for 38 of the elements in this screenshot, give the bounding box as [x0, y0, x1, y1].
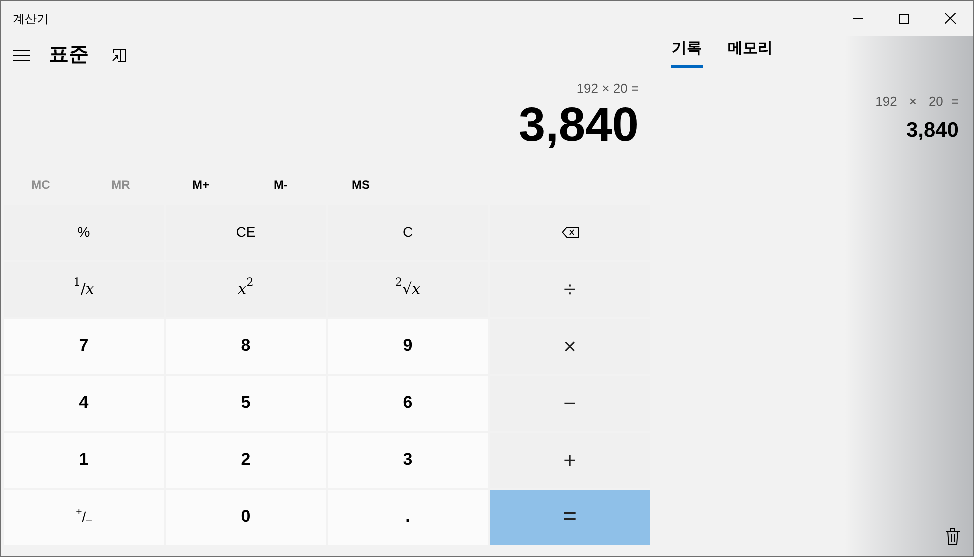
- digit-key[interactable]: 4: [4, 376, 164, 430]
- equals-text: =: [951, 92, 959, 110]
- panel-tab[interactable]: 기록: [671, 38, 703, 68]
- keep-on-top-icon: [112, 48, 126, 62]
- memory-button[interactable]: M+: [161, 166, 241, 204]
- digit-key[interactable]: 9: [328, 318, 488, 374]
- operand-text: 20: [928, 92, 944, 110]
- operator-text: ×: [909, 92, 917, 110]
- expression-text: 192 × 20 =: [576, 80, 639, 98]
- memory-button[interactable]: MS: [321, 166, 401, 204]
- mode-title: 표준: [49, 43, 89, 68]
- digit-key[interactable]: 3: [328, 432, 488, 488]
- menu-button[interactable]: [13, 48, 31, 62]
- equals-key[interactable]: =: [490, 490, 650, 544]
- keep-on-top-button[interactable]: [111, 47, 127, 63]
- digit-key[interactable]: 0: [166, 490, 326, 544]
- calculator-key[interactable]: $^{+}$/$_{–}$: [4, 490, 164, 544]
- digit-key[interactable]: 2: [166, 432, 326, 488]
- history-item[interactable]: 192 × 20 = 3,840: [876, 92, 959, 146]
- digit-key[interactable]: 6: [328, 376, 488, 430]
- result-display: 3,840: [518, 98, 639, 154]
- maximize-icon: [899, 14, 909, 24]
- minimize-icon: [853, 18, 863, 19]
- history-result: 3,840: [906, 118, 959, 144]
- delete-history-button[interactable]: [943, 526, 963, 546]
- digit-key[interactable]: 7: [4, 318, 164, 374]
- digit-key[interactable]: .: [328, 490, 488, 544]
- backspace-icon: [562, 226, 578, 238]
- menu-icon: [13, 50, 30, 60]
- operand-text: 192: [876, 92, 898, 110]
- memory-button[interactable]: M-: [241, 166, 321, 204]
- close-icon: [944, 13, 956, 24]
- digit-key[interactable]: 1: [4, 432, 164, 488]
- digit-key[interactable]: 8: [166, 318, 326, 374]
- digit-key[interactable]: 5: [166, 376, 326, 430]
- trash-icon: [946, 528, 960, 544]
- panel-tab[interactable]: 메모리: [727, 38, 774, 68]
- window-title: 계산기: [13, 10, 49, 28]
